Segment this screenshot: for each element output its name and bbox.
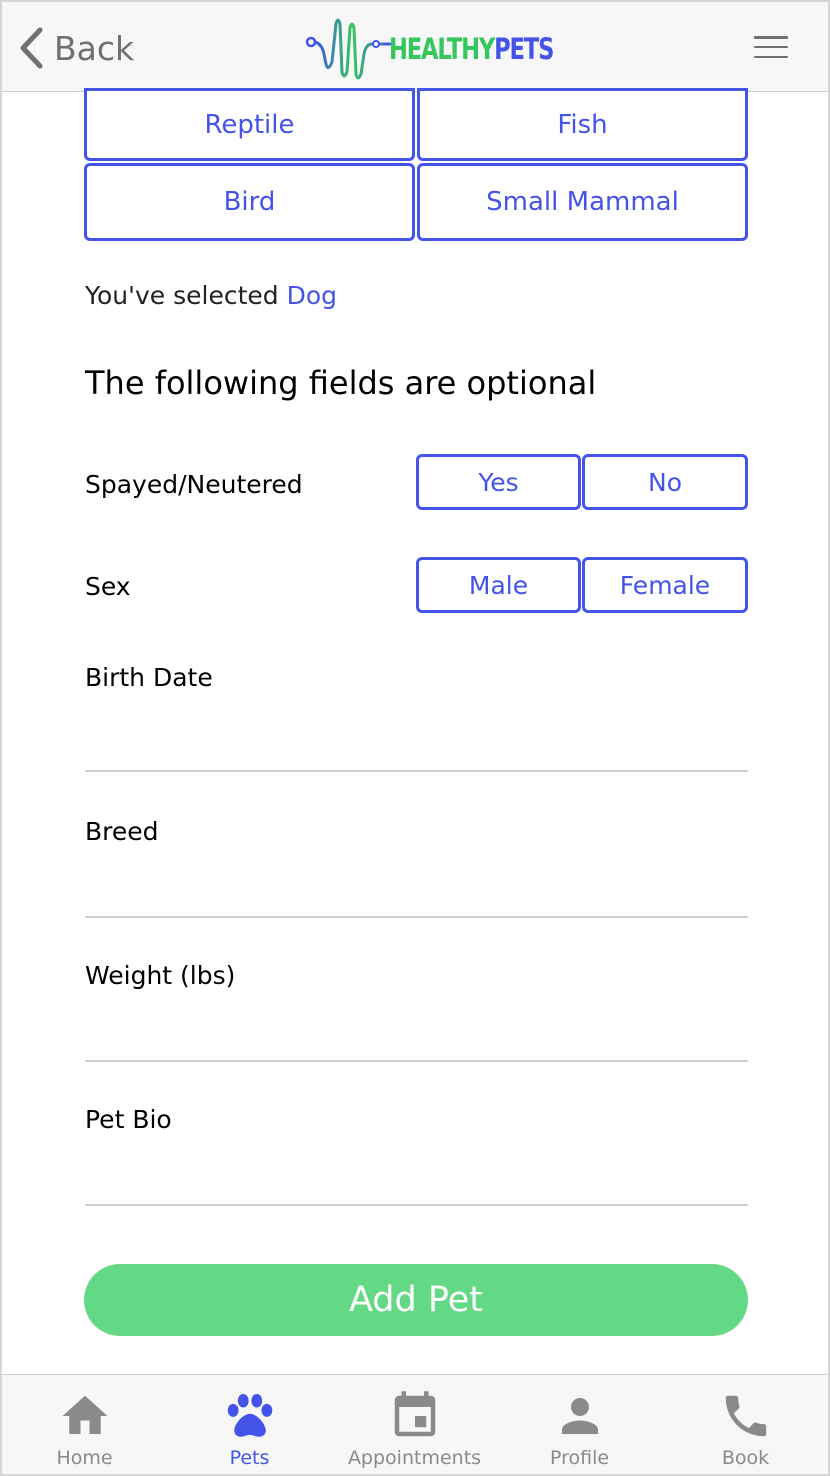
phone-icon <box>725 1395 766 1437</box>
pet-bio-input[interactable] <box>85 1204 748 1206</box>
spayed-no-button[interactable]: No <box>582 454 748 510</box>
selected-species-text: You've selected Dog <box>85 281 337 310</box>
optional-fields-heading: The following fields are optional <box>85 364 597 402</box>
nav-item-book[interactable]: Book <box>663 1375 828 1475</box>
nav-item-home[interactable]: Home <box>2 1375 167 1475</box>
paw-icon <box>227 1393 272 1437</box>
nav-item-profile[interactable]: Profile <box>497 1375 662 1475</box>
logo-text-healthy: HEALTHY <box>389 32 495 66</box>
nav-label-home: Home <box>56 1447 113 1469</box>
back-button[interactable]: Back <box>18 24 134 72</box>
breed-label: Breed <box>85 817 159 846</box>
back-label: Back <box>54 28 135 68</box>
app-logo: HEALTHYPETS <box>302 14 600 84</box>
nav-item-pets[interactable]: Pets <box>167 1375 332 1475</box>
species-option-reptile[interactable]: Reptile <box>84 88 415 161</box>
calendar-icon <box>394 1391 435 1437</box>
logo-text-pets: PETS <box>494 32 554 66</box>
spayed-label: Spayed/Neutered <box>85 470 303 499</box>
weight-input[interactable] <box>85 1060 748 1062</box>
home-icon <box>62 1395 107 1434</box>
logo-wordmark: HEALTHYPETS <box>389 32 554 66</box>
nav-item-appointments[interactable]: Appointments <box>332 1375 497 1475</box>
pet-bio-label: Pet Bio <box>85 1105 172 1134</box>
breed-input[interactable] <box>85 916 748 918</box>
birth-date-label: Birth Date <box>85 663 213 692</box>
hamburger-menu-icon[interactable] <box>754 36 788 58</box>
sex-female-button[interactable]: Female <box>582 557 748 613</box>
nav-label-profile: Profile <box>549 1447 610 1469</box>
nav-label-book: Book <box>721 1447 770 1469</box>
sex-male-button[interactable]: Male <box>416 557 581 613</box>
nav-label-pets: Pets <box>229 1447 270 1469</box>
birth-date-input[interactable] <box>85 770 748 772</box>
stethoscope-logo-icon <box>305 18 392 80</box>
person-icon <box>561 1398 598 1434</box>
chevron-left-icon <box>20 27 43 69</box>
spayed-yes-button[interactable]: Yes <box>416 454 581 510</box>
selected-species-value: Dog <box>286 281 337 310</box>
add-pet-button[interactable]: Add Pet <box>84 1264 748 1336</box>
species-option-small-mammal[interactable]: Small Mammal <box>417 163 748 241</box>
nav-label-appointments: Appointments <box>347 1447 482 1469</box>
top-header: Back HEALTHYPETS <box>2 2 828 92</box>
weight-label: Weight (lbs) <box>85 961 236 990</box>
species-option-fish[interactable]: Fish <box>417 88 748 161</box>
selected-prefix: You've selected <box>85 281 287 310</box>
species-option-bird[interactable]: Bird <box>84 163 415 241</box>
sex-label: Sex <box>85 572 131 601</box>
bottom-navigation: Home Pets Appointments Profile Book <box>2 1374 828 1474</box>
